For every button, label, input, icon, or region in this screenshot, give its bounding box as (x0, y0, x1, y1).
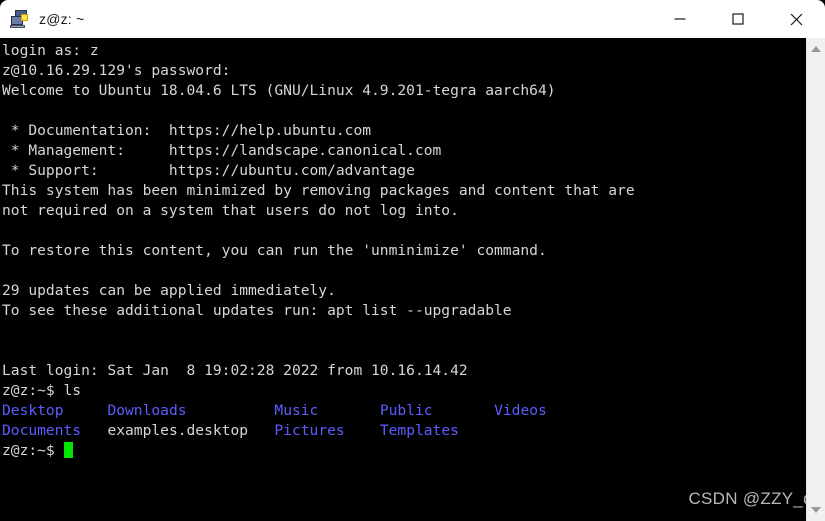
ls-output-row: Desktop Downloads Music Public Videos (2, 401, 806, 421)
ls-gap (187, 402, 275, 419)
terminal-line: To restore this content, you can run the… (2, 242, 547, 259)
ls-entry-public: Public (379, 402, 433, 419)
putty-terminal-window: z@z: ~ login as: z z@10.16.29.129's pass… (0, 0, 825, 521)
ls-gap (433, 402, 495, 419)
ls-entry-downloads: Downloads (107, 402, 187, 419)
terminal-line: 29 updates can be applied immediately. (2, 282, 336, 299)
ls-entry-documents: Documents (2, 422, 82, 439)
terminal-line: * Documentation: https://help.ubuntu.com (2, 122, 372, 139)
scroll-down-arrow-icon (811, 507, 821, 513)
ls-entry-music: Music (274, 402, 319, 419)
ls-gap (318, 402, 380, 419)
close-icon (790, 13, 802, 25)
terminal-line: To see these additional updates run: apt… (2, 302, 512, 319)
terminal-lines: login as: z z@10.16.29.129's password: W… (0, 38, 806, 461)
scroll-up-arrow-icon (811, 46, 821, 52)
ls-entry-desktop: Desktop (2, 402, 64, 419)
maximize-icon (732, 13, 744, 25)
terminal-line: This system has been minimized by removi… (2, 182, 635, 199)
terminal-line: * Management: https://landscape.canonica… (2, 142, 442, 159)
text-cursor (63, 442, 73, 458)
terminal-command-line: z@z:~$ ls (2, 382, 82, 399)
putty-icon (10, 9, 30, 29)
ls-gap (248, 422, 274, 439)
window-titlebar[interactable]: z@z: ~ (0, 0, 825, 38)
shell-prompt: z@z:~$ (2, 442, 64, 459)
ls-gap (345, 422, 380, 439)
minimize-icon (674, 18, 686, 20)
terminal-line: Welcome to Ubuntu 18.04.6 LTS (GNU/Linux… (2, 82, 556, 99)
scroll-up-arrow-button[interactable] (807, 40, 825, 58)
ls-entry-examples-desktop: examples.desktop (107, 422, 249, 439)
maximize-button[interactable] (709, 0, 767, 38)
ls-entry-videos: Videos (494, 402, 547, 419)
ls-entry-pictures: Pictures (274, 422, 345, 439)
ls-gap (64, 402, 108, 419)
titlebar-left-group: z@z: ~ (0, 9, 84, 29)
scroll-down-arrow-button[interactable] (807, 501, 825, 519)
terminal-line: Last login: Sat Jan 8 19:02:28 2022 from… (2, 362, 468, 379)
terminal-line: z@10.16.29.129's password: (2, 62, 231, 79)
ls-entry-templates: Templates (379, 422, 459, 439)
ls-gap (81, 422, 107, 439)
window-title: z@z: ~ (39, 11, 85, 27)
window-controls (651, 0, 825, 38)
vertical-scrollbar[interactable] (806, 38, 825, 521)
terminal-output-area[interactable]: login as: z z@10.16.29.129's password: W… (0, 38, 806, 521)
terminal-line: not required on a system that users do n… (2, 202, 459, 219)
terminal-line: * Support: https://ubuntu.com/advantage (2, 162, 415, 179)
terminal-active-prompt-line[interactable]: z@z:~$ (2, 441, 806, 461)
minimize-button[interactable] (651, 0, 709, 38)
close-button[interactable] (767, 0, 825, 38)
ls-output-row: Documents examples.desktop Pictures Temp… (2, 421, 806, 441)
terminal-line: login as: z (2, 42, 99, 59)
csdn-watermark: CSDN @ZZY_dl (688, 489, 817, 508)
